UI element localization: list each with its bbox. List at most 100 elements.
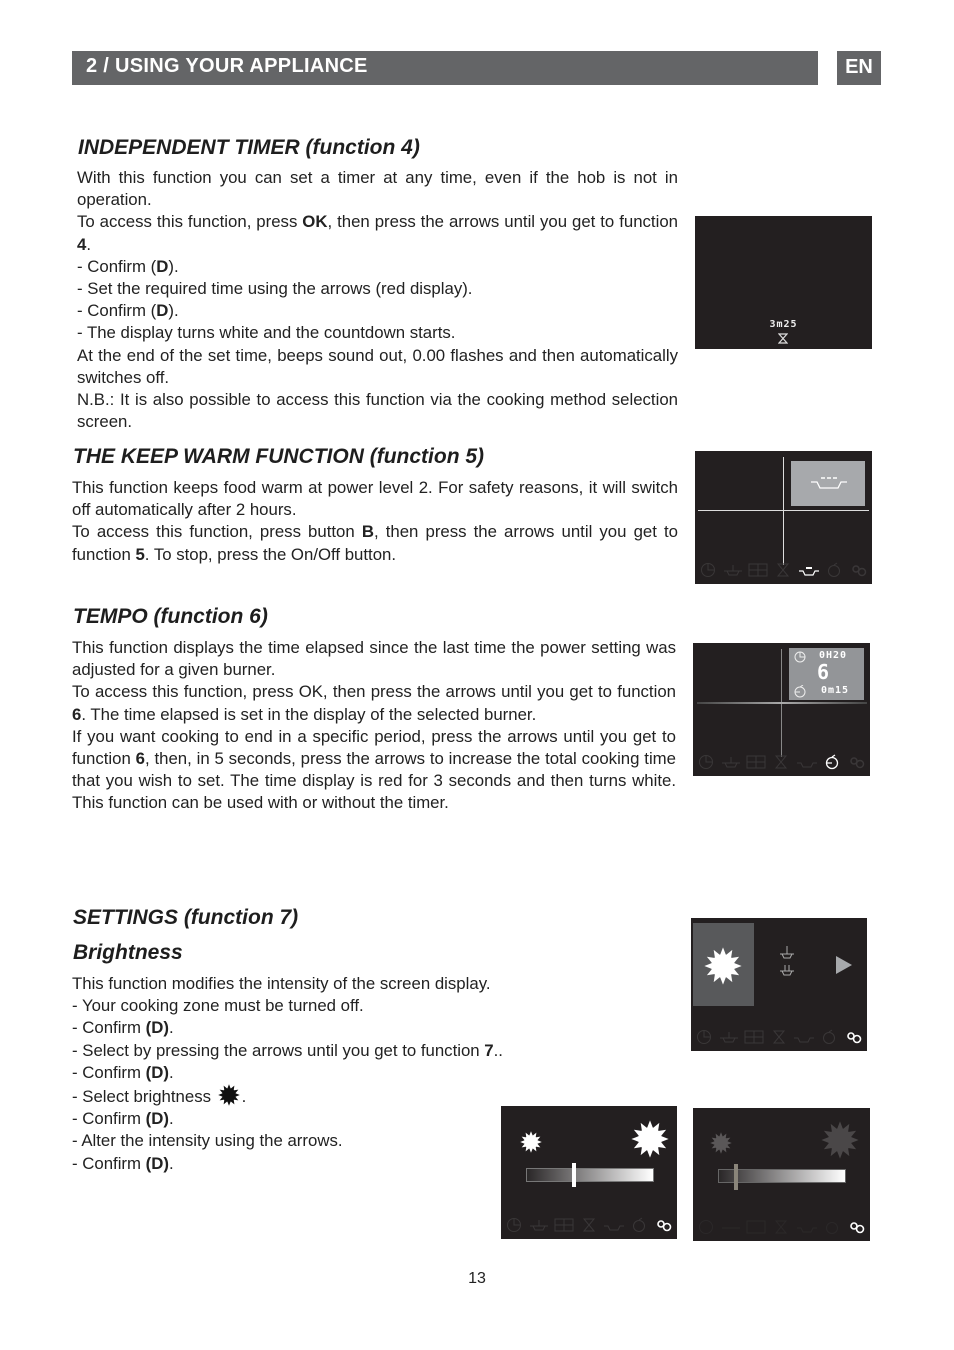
pot-icon bbox=[720, 754, 742, 770]
elapsed-clock-icon bbox=[794, 651, 806, 663]
tempo-icon bbox=[628, 1217, 650, 1233]
settings-section-title: SETTINGS (function 7) bbox=[73, 906, 299, 929]
pot-icon bbox=[718, 1029, 740, 1045]
pot-icon bbox=[722, 562, 744, 578]
zones-icon bbox=[745, 1219, 767, 1235]
keep-warm-pot-icon bbox=[810, 475, 848, 491]
tempo-icon bbox=[821, 1219, 843, 1235]
brightness-slider-thumb[interactable] bbox=[733, 1164, 738, 1190]
settings-gears-icon bbox=[653, 1217, 675, 1233]
brightness-option-selected bbox=[693, 923, 754, 1006]
settings-step-zone-off: - Your cooking zone must be turned off. bbox=[72, 996, 364, 1016]
keep-warm-icon bbox=[796, 754, 818, 770]
zones-icon bbox=[743, 1029, 765, 1045]
keep-warm-access: To access this function, press button B,… bbox=[72, 522, 678, 564]
tempo-icon bbox=[823, 562, 845, 578]
tempo-cooking-end: If you want cooking to end in a specific… bbox=[72, 726, 676, 813]
function-number: 6 bbox=[135, 749, 145, 769]
tempo-access: To access this function, press OK, then … bbox=[72, 682, 676, 724]
settings-step-confirm-2: - Confirm (D). bbox=[72, 1062, 174, 1082]
brightness-high-sun-icon bbox=[631, 1120, 669, 1158]
remaining-time-readout: 0m15 bbox=[821, 685, 850, 696]
function-icon-bar bbox=[693, 1217, 870, 1237]
brightness-slider[interactable] bbox=[718, 1164, 846, 1190]
d-key: (D) bbox=[145, 1109, 169, 1129]
brightness-sun-icon bbox=[704, 947, 742, 985]
tempo-icon bbox=[821, 754, 843, 770]
sun-core bbox=[524, 1135, 538, 1149]
function-number: 5 bbox=[135, 544, 145, 564]
settings-step-confirm: - Confirm (D). bbox=[72, 1018, 174, 1038]
zone-divider-vertical bbox=[783, 457, 784, 565]
timer-icon bbox=[697, 562, 719, 578]
hourglass-icon bbox=[778, 333, 788, 344]
function-number: 6 bbox=[72, 704, 82, 724]
brightness-slider[interactable] bbox=[526, 1163, 654, 1187]
countdown-clock-icon bbox=[794, 685, 806, 698]
timer-icon bbox=[695, 754, 717, 770]
zones-icon bbox=[553, 1217, 575, 1233]
keep-warm-icon bbox=[796, 1219, 818, 1235]
sun-core bbox=[221, 1088, 236, 1102]
language-badge: EN bbox=[837, 51, 881, 85]
zones-icon bbox=[745, 754, 767, 770]
tempo-intro: This function displays the time elapsed … bbox=[72, 638, 676, 680]
keep-warm-icon bbox=[798, 562, 820, 578]
function-icon-bar bbox=[501, 1215, 677, 1235]
function-number: 7 bbox=[484, 1040, 494, 1060]
function-icon-bar bbox=[695, 560, 872, 580]
brightness-adjust-screen-low bbox=[693, 1108, 870, 1241]
brightness-high-sun-icon bbox=[821, 1121, 859, 1159]
d-key: (D) bbox=[145, 1153, 169, 1173]
settings-gears-icon bbox=[846, 754, 868, 770]
tempo-icon bbox=[818, 1029, 840, 1045]
settings-intro: This function modifies the intensity of … bbox=[72, 974, 491, 993]
page-number: 13 bbox=[468, 1270, 486, 1287]
brightness-adjust-screen-high bbox=[501, 1106, 677, 1239]
brightness-slider-thumb[interactable] bbox=[572, 1163, 577, 1187]
settings-gears-icon bbox=[848, 562, 870, 578]
sound-pot-icon bbox=[779, 944, 795, 980]
timer-icon bbox=[503, 1217, 525, 1233]
sun-core bbox=[638, 1127, 662, 1151]
zones-icon bbox=[747, 562, 769, 578]
tempo-display-screen: 0H20 6 0m15 bbox=[693, 643, 870, 776]
hourglass-icon bbox=[770, 1219, 792, 1235]
timer-access: To access this function, press OK, then … bbox=[77, 212, 678, 254]
section-header-title: 2 / USING YOUR APPLIANCE bbox=[86, 55, 368, 77]
tempo-section-body: This function displays the time elapsed … bbox=[72, 637, 676, 815]
keep-warm-intro: This function keeps food warm at power l… bbox=[72, 478, 678, 520]
hourglass-icon bbox=[768, 1029, 790, 1045]
settings-gears-icon bbox=[843, 1029, 865, 1045]
zone-divider-horizontal bbox=[698, 510, 869, 511]
brightness-sun-icon bbox=[216, 1084, 242, 1106]
pot-icon bbox=[720, 1219, 742, 1235]
countdown-readout: 3m25 bbox=[769, 319, 798, 330]
timer-section-title: INDEPENDENT TIMER (function 4) bbox=[78, 136, 420, 159]
settings-gears-icon bbox=[846, 1219, 868, 1235]
keep-warm-icon bbox=[603, 1217, 625, 1233]
timer-step-confirm: - Confirm (D). bbox=[77, 256, 179, 276]
timer-icon bbox=[693, 1029, 715, 1045]
d-key: D bbox=[156, 256, 169, 276]
selected-zone-panel bbox=[791, 461, 865, 506]
keep-warm-section-body: This function keeps food warm at power l… bbox=[72, 477, 678, 566]
d-key: (D) bbox=[145, 1062, 169, 1082]
ok-key: OK bbox=[302, 212, 328, 232]
settings-menu-screen bbox=[691, 918, 867, 1051]
sun-core bbox=[711, 954, 735, 978]
power-level-readout: 6 bbox=[817, 660, 830, 684]
hourglass-icon bbox=[772, 562, 794, 578]
timer-step-countdown: - The display turns white and the countd… bbox=[77, 323, 456, 343]
function-icon-bar bbox=[693, 752, 870, 772]
pot-icon bbox=[528, 1217, 550, 1233]
hourglass-icon bbox=[770, 754, 792, 770]
keep-warm-section-title: THE KEEP WARM FUNCTION (function 5) bbox=[73, 445, 485, 468]
settings-step-select-function: - Select by pressing the arrows until yo… bbox=[72, 1040, 503, 1060]
timer-icon bbox=[695, 1219, 717, 1235]
timer-display-screen: 3m25 bbox=[695, 216, 872, 349]
timer-step-set-time: - Set the required time using the arrows… bbox=[77, 279, 473, 299]
timer-nb-note: N.B.: It is also possible to access this… bbox=[77, 390, 678, 432]
keep-warm-display-screen bbox=[695, 451, 872, 584]
tempo-section-title: TEMPO (function 6) bbox=[73, 605, 268, 628]
